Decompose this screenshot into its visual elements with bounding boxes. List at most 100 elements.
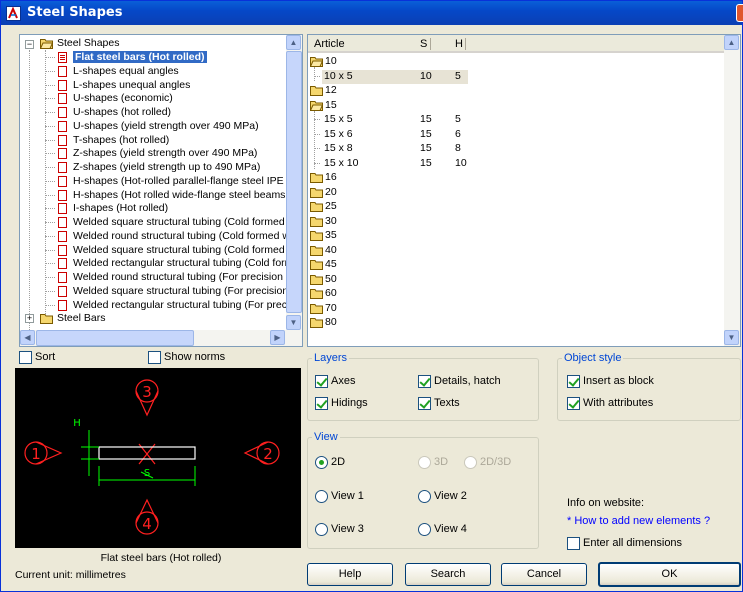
list-folder[interactable]: 25	[325, 200, 337, 213]
show-norms-checkbox[interactable]	[148, 351, 161, 364]
list-item-s: 15	[420, 113, 432, 125]
list-vertical-scrollbar[interactable]: ▲ ▼	[724, 35, 740, 346]
list-folder[interactable]: 35	[325, 229, 337, 242]
view-1-label: View 1	[331, 490, 364, 502]
tree-item[interactable]: Flat steel bars (Hot rolled)	[73, 51, 207, 64]
view-4-radio[interactable]	[418, 523, 431, 536]
tree-item-label: U-shapes (yield strength over 490 MPa)	[73, 119, 259, 132]
list-folder[interactable]: 45	[325, 258, 337, 271]
list-folder[interactable]: 12	[325, 84, 337, 97]
tree-horizontal-scrollbar[interactable]: ◀ ▶	[20, 330, 302, 346]
tree-item[interactable]: L-shapes equal angles	[73, 65, 179, 78]
shape-doc-icon	[58, 175, 67, 187]
scroll-right-icon[interactable]: ▶	[270, 330, 285, 345]
expand-icon[interactable]: +	[25, 314, 34, 324]
insert-as-block-label: Insert as block	[583, 375, 654, 387]
view-2-radio[interactable]	[418, 490, 431, 503]
tree-item-label: H-shapes (Hot-rolled parallel-flange ste…	[73, 174, 303, 187]
view-1-radio[interactable]	[315, 490, 328, 503]
list-folder[interactable]: 30	[325, 215, 337, 228]
layers-group	[307, 358, 539, 421]
title-bar[interactable]: Steel Shapes	[1, 1, 743, 25]
article-list[interactable]: Article S H 10 10 x 5 10 5 12 15 15 x 5 15 5 15 x…	[307, 34, 741, 347]
shape-doc-icon	[58, 148, 67, 160]
list-item[interactable]: 15 x 6	[324, 128, 353, 141]
view-3-radio[interactable]	[315, 523, 328, 536]
scroll-down-icon[interactable]: ▼	[724, 330, 739, 345]
tree-root-label[interactable]: Steel Bars	[57, 312, 105, 325]
tree-vertical-scrollbar[interactable]: ▲ ▼	[286, 35, 302, 330]
shape-tree[interactable]: − Steel Shapes Flat steel bars (Hot rolled…	[19, 34, 303, 347]
how-to-add-link[interactable]: * How to add new elements ?	[567, 515, 710, 527]
tree-item[interactable]: U-shapes (yield strength over 490 MPa)	[73, 120, 259, 133]
view-2d3d-radio[interactable]	[464, 456, 477, 469]
list-item[interactable]: 10 x 5	[324, 70, 353, 83]
axes-checkbox[interactable]	[315, 375, 328, 388]
column-article[interactable]: Article	[314, 38, 345, 50]
hidings-checkbox[interactable]	[315, 397, 328, 410]
scroll-left-icon[interactable]: ◀	[20, 330, 35, 345]
list-folder[interactable]: 80	[325, 316, 337, 329]
list-item[interactable]: 15 x 8	[324, 142, 353, 155]
texts-checkbox[interactable]	[418, 397, 431, 410]
shape-preview[interactable]: 3 1 2 4 H S	[15, 368, 301, 548]
hscroll-thumb[interactable]	[36, 330, 194, 346]
list-item[interactable]: 15 x 5	[324, 113, 353, 126]
list-folder[interactable]: 60	[325, 287, 337, 300]
search-button[interactable]: Search	[405, 563, 491, 586]
tree-item[interactable]: I-shapes (Hot rolled)	[73, 202, 168, 215]
shape-doc-icon	[58, 65, 67, 77]
tree-item[interactable]: Z-shapes (yield strength over 490 MPa)	[73, 147, 257, 160]
steel-shapes-dialog: Steel Shapes − Steel Shapes Flat steel bar…	[0, 0, 743, 592]
list-folder[interactable]: 50	[325, 273, 337, 286]
tree-item[interactable]: Welded rectangular structural tubing (Co…	[73, 257, 302, 270]
details-hatch-checkbox[interactable]	[418, 375, 431, 388]
tree-item[interactable]: Welded square structural tubing (Cold fo…	[73, 244, 302, 257]
close-icon[interactable]	[736, 4, 743, 22]
insert-as-block-checkbox[interactable]	[567, 375, 580, 388]
view-4-label: View 4	[434, 523, 467, 535]
tree-item[interactable]: Welded square structural tubing (For pre…	[73, 285, 302, 298]
with-attributes-checkbox[interactable]	[567, 397, 580, 410]
list-item-h: 6	[455, 127, 461, 140]
folder-icon	[310, 303, 323, 314]
sort-checkbox[interactable]	[19, 351, 32, 364]
scroll-up-icon[interactable]: ▲	[724, 35, 739, 50]
scroll-up-icon[interactable]: ▲	[286, 35, 301, 50]
tree-item[interactable]: U-shapes (economic)	[73, 92, 173, 105]
collapse-icon[interactable]: −	[25, 40, 34, 49]
tree-item[interactable]: Welded round structural tubing (Cold for…	[73, 230, 302, 243]
column-s[interactable]: S	[420, 38, 427, 50]
list-folder[interactable]: 20	[325, 186, 337, 199]
list-folder[interactable]: 15	[325, 99, 337, 112]
enter-all-dimensions-checkbox[interactable]	[567, 537, 580, 550]
tree-item[interactable]: T-shapes (hot rolled)	[73, 134, 169, 147]
tree-item[interactable]: U-shapes (hot rolled)	[73, 106, 171, 119]
info-label: Info on website:	[567, 497, 645, 509]
list-folder[interactable]: 10	[325, 55, 337, 68]
help-button[interactable]: Help	[307, 563, 393, 586]
with-attributes-label: With attributes	[583, 397, 654, 409]
ok-button[interactable]: OK	[598, 562, 741, 587]
view-3-label: View 3	[331, 523, 364, 535]
column-h[interactable]: H	[455, 38, 463, 50]
list-folder[interactable]: 70	[325, 302, 337, 315]
view-2d-radio[interactable]	[315, 456, 328, 469]
tree-item[interactable]: Welded rectangular structural tubing (Fo…	[73, 299, 302, 312]
tree-item[interactable]: Welded round structural tubing (For prec…	[73, 271, 302, 284]
list-item[interactable]: 15 x 10	[324, 157, 358, 170]
column-separator[interactable]	[430, 38, 431, 50]
tree-item[interactable]: Welded square structural tubing (Cold fo…	[73, 216, 302, 229]
tree-item[interactable]: H-shapes (Hot rolled wide-flange steel b…	[73, 189, 302, 202]
tree-item[interactable]: H-shapes (Hot-rolled parallel-flange ste…	[73, 174, 303, 188]
cancel-button[interactable]: Cancel	[501, 563, 587, 586]
list-folder[interactable]: 16	[325, 171, 337, 184]
tree-root-label[interactable]: Steel Shapes	[57, 37, 119, 50]
column-separator[interactable]	[465, 38, 466, 50]
scroll-down-icon[interactable]: ▼	[286, 315, 301, 330]
tree-item[interactable]: L-shapes unequal angles	[73, 79, 190, 92]
tree-item[interactable]: Z-shapes (yield strength up to 490 MPa)	[73, 161, 260, 174]
view-3d-radio[interactable]	[418, 456, 431, 469]
list-folder[interactable]: 40	[325, 244, 337, 257]
scroll-thumb[interactable]	[286, 51, 302, 313]
